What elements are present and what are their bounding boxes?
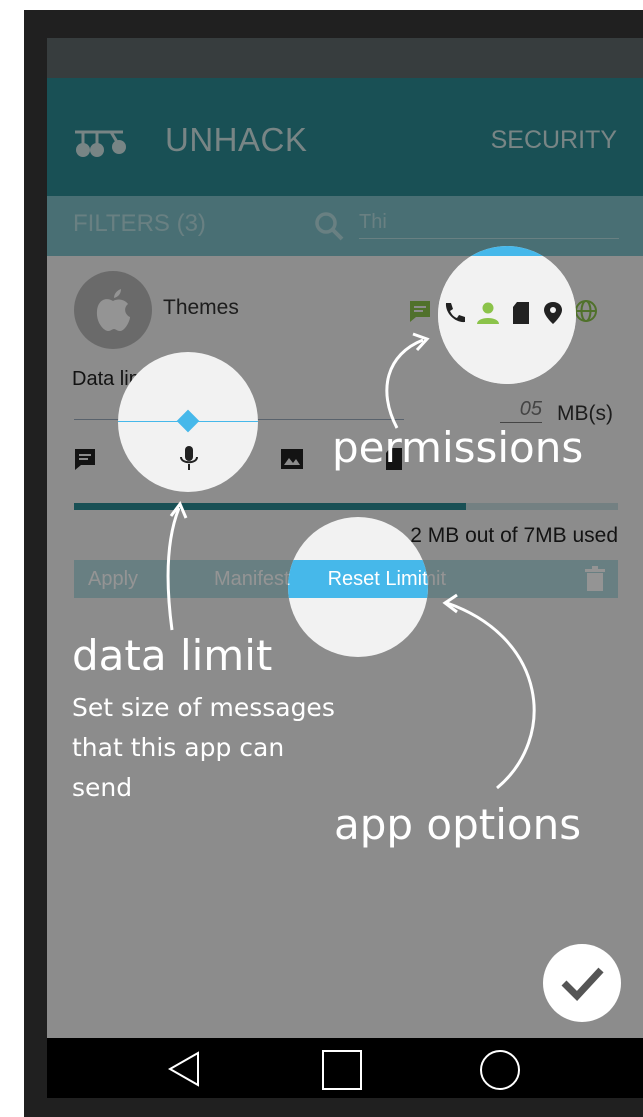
app-screen: UNHACK SECURITY FILTERS (3) Themes Data … <box>47 38 643 1038</box>
navigation-bar <box>47 1038 643 1098</box>
tutorial-arrows <box>166 332 536 790</box>
data-limit-tutorial-label: data limit <box>72 631 273 680</box>
back-icon[interactable] <box>166 1051 202 1087</box>
data-limit-desc-line-1: Set size of messages <box>72 693 335 722</box>
permissions-tutorial-label: permissions <box>332 423 584 472</box>
home-icon[interactable] <box>322 1050 362 1090</box>
data-limit-desc-line-2: that this app can <box>72 733 285 762</box>
checkmark-icon <box>561 967 604 1002</box>
app-options-tutorial-label: app options <box>334 800 582 849</box>
done-button[interactable] <box>543 944 621 1022</box>
data-limit-desc-line-3: send <box>72 773 133 802</box>
recents-icon[interactable] <box>479 1049 521 1091</box>
